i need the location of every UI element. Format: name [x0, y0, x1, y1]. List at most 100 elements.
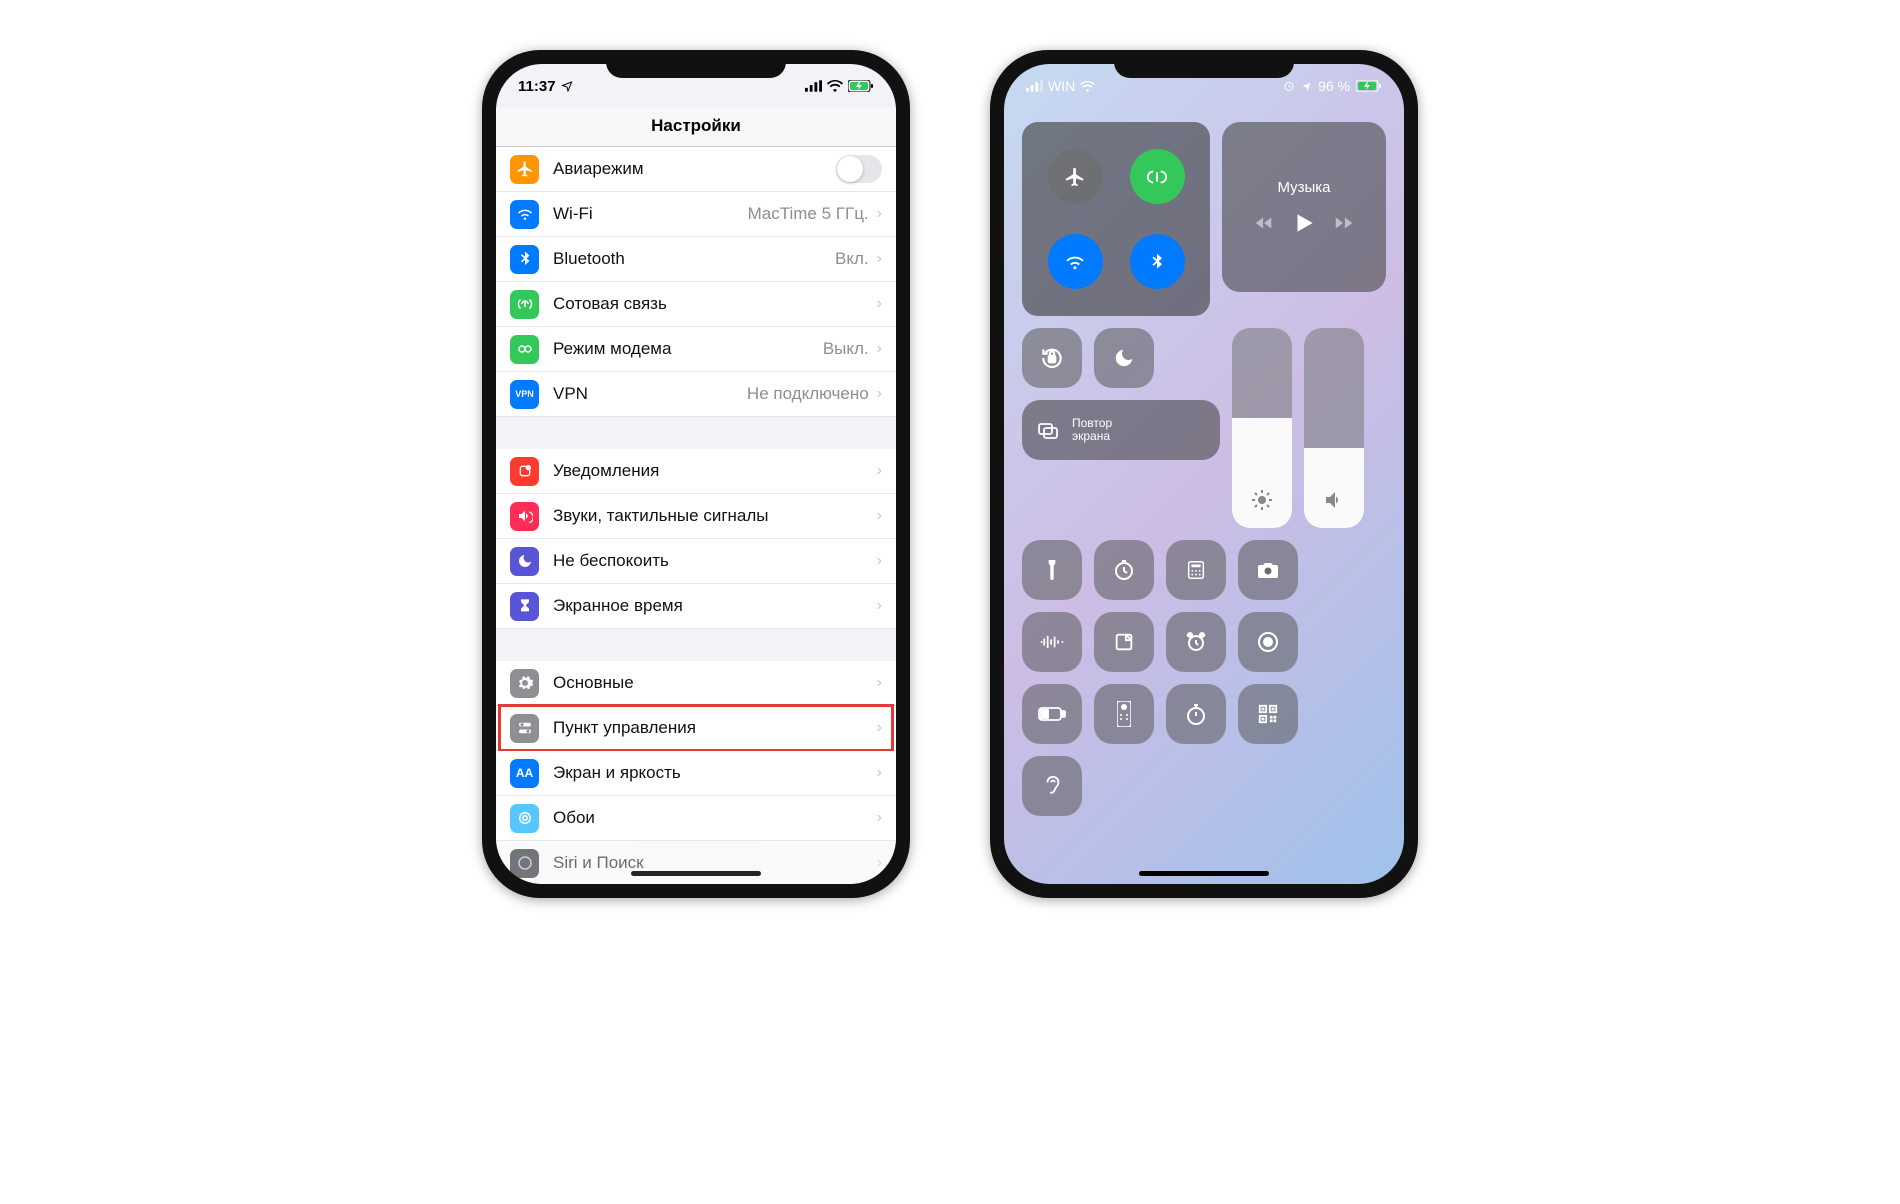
notch [1114, 50, 1294, 78]
screen-recording-button[interactable] [1238, 612, 1298, 672]
hourglass-icon [510, 592, 539, 621]
cc-bluetooth-button[interactable] [1130, 234, 1185, 289]
brightness-icon [1250, 488, 1274, 512]
chevron-right-icon: › [877, 205, 882, 223]
row-cellular[interactable]: Сотовая связь › [496, 282, 896, 327]
chevron-right-icon: › [877, 295, 882, 313]
row-bluetooth-detail: Вкл. [835, 249, 869, 269]
brightness-slider[interactable] [1232, 328, 1292, 528]
row-airplane-label: Авиарежим [553, 159, 836, 179]
chevron-right-icon: › [877, 764, 882, 782]
volume-slider[interactable] [1304, 328, 1364, 528]
cc-panel: Музыка [1004, 108, 1404, 816]
music-module[interactable]: Музыка [1222, 122, 1386, 292]
notes-button[interactable] [1094, 612, 1154, 672]
wifi-row-icon [510, 200, 539, 229]
chevron-right-icon: › [877, 552, 882, 570]
row-vpn-label: VPN [553, 384, 747, 404]
signal-icon [1026, 80, 1043, 92]
row-vpn-detail: Не подключено [747, 384, 869, 404]
row-control-label: Пункт управления [553, 718, 877, 738]
vpn-icon-text: VPN [515, 389, 534, 399]
row-sounds-label: Звуки, тактильные сигналы [553, 506, 877, 526]
display-icon-text: AA [516, 766, 533, 780]
bluetooth-row-icon [510, 245, 539, 274]
status-time: 11:37 [518, 78, 556, 95]
row-screentime[interactable]: Экранное время › [496, 584, 896, 629]
camera-button[interactable] [1238, 540, 1298, 600]
row-bluetooth[interactable]: Bluetooth Вкл. › [496, 237, 896, 282]
battery-charging-icon [1356, 80, 1382, 92]
apple-tv-remote-button[interactable] [1094, 684, 1154, 744]
row-sounds[interactable]: Звуки, тактильные сигналы › [496, 494, 896, 539]
row-hotspot[interactable]: Режим модема Выкл. › [496, 327, 896, 372]
row-notifications[interactable]: Уведомления › [496, 449, 896, 494]
phone-control-center: WIN 96 % [990, 50, 1418, 898]
voice-memos-button[interactable] [1022, 612, 1082, 672]
home-indicator[interactable] [1139, 871, 1269, 876]
hotspot-icon [510, 335, 539, 364]
chevron-right-icon: › [877, 597, 882, 615]
row-wifi[interactable]: Wi-Fi MacTime 5 ГГц. › [496, 192, 896, 237]
wifi-icon [827, 80, 843, 92]
row-display[interactable]: AA Экран и яркость › [496, 751, 896, 796]
row-siri[interactable]: Siri и Поиск › [496, 841, 896, 884]
next-track-icon[interactable] [1333, 212, 1355, 234]
row-bluetooth-label: Bluetooth [553, 249, 835, 269]
chevron-right-icon: › [877, 809, 882, 827]
row-wifi-detail: MacTime 5 ГГц. [748, 204, 869, 224]
row-vpn[interactable]: VPN VPN Не подключено › [496, 372, 896, 417]
vpn-icon: VPN [510, 380, 539, 409]
cellular-icon [510, 290, 539, 319]
prev-track-icon[interactable] [1253, 212, 1275, 234]
volume-icon [1322, 488, 1346, 512]
row-dnd[interactable]: Не беспокоить › [496, 539, 896, 584]
notch [606, 50, 786, 78]
wifi-icon [1080, 81, 1095, 92]
cc-airplane-button[interactable] [1048, 149, 1103, 204]
location-icon [1301, 81, 1312, 92]
flashlight-button[interactable] [1022, 540, 1082, 600]
play-icon[interactable] [1291, 210, 1317, 236]
row-dnd-label: Не беспокоить [553, 551, 877, 571]
chevron-right-icon: › [877, 854, 882, 872]
screen-mirroring-button[interactable]: Повтор экрана [1022, 400, 1220, 460]
chevron-right-icon: › [877, 250, 882, 268]
battery-percent: 96 % [1318, 78, 1350, 94]
cc-wifi-button[interactable] [1048, 234, 1103, 289]
home-indicator[interactable] [631, 871, 761, 876]
notifications-icon [510, 457, 539, 486]
calculator-button[interactable] [1166, 540, 1226, 600]
signal-icon [805, 80, 822, 92]
page-title: Настройки [496, 108, 896, 147]
settings-screen: 11:37 Настройки Авиарежим [496, 64, 896, 884]
mirror-icon [1036, 418, 1060, 442]
alarm-button[interactable] [1166, 612, 1226, 672]
chevron-right-icon: › [877, 340, 882, 358]
orientation-lock-button[interactable] [1022, 328, 1082, 388]
row-control-center[interactable]: Пункт управления › [496, 706, 896, 751]
wallpaper-icon [510, 804, 539, 833]
cc-cellular-button[interactable] [1130, 149, 1185, 204]
hearing-button[interactable] [1022, 756, 1082, 816]
control-center-screen[interactable]: WIN 96 % [1004, 64, 1404, 884]
display-icon: AA [510, 759, 539, 788]
row-cellular-label: Сотовая связь [553, 294, 877, 314]
airplane-icon [510, 155, 539, 184]
row-wifi-label: Wi-Fi [553, 204, 748, 224]
row-airplane[interactable]: Авиарежим [496, 147, 896, 192]
row-general-label: Основные [553, 673, 877, 693]
row-wallpaper[interactable]: Обои › [496, 796, 896, 841]
row-general[interactable]: Основные › [496, 661, 896, 706]
settings-list[interactable]: Авиарежим Wi-Fi MacTime 5 ГГц. › Bluetoo… [496, 147, 896, 884]
airplane-toggle[interactable] [836, 155, 882, 183]
control-center-icon [510, 714, 539, 743]
row-wallpaper-label: Обои [553, 808, 877, 828]
qr-code-button[interactable] [1238, 684, 1298, 744]
stopwatch-button[interactable] [1166, 684, 1226, 744]
dnd-button[interactable] [1094, 328, 1154, 388]
low-power-button[interactable] [1022, 684, 1082, 744]
timer-button[interactable] [1094, 540, 1154, 600]
row-screentime-label: Экранное время [553, 596, 877, 616]
chevron-right-icon: › [877, 507, 882, 525]
